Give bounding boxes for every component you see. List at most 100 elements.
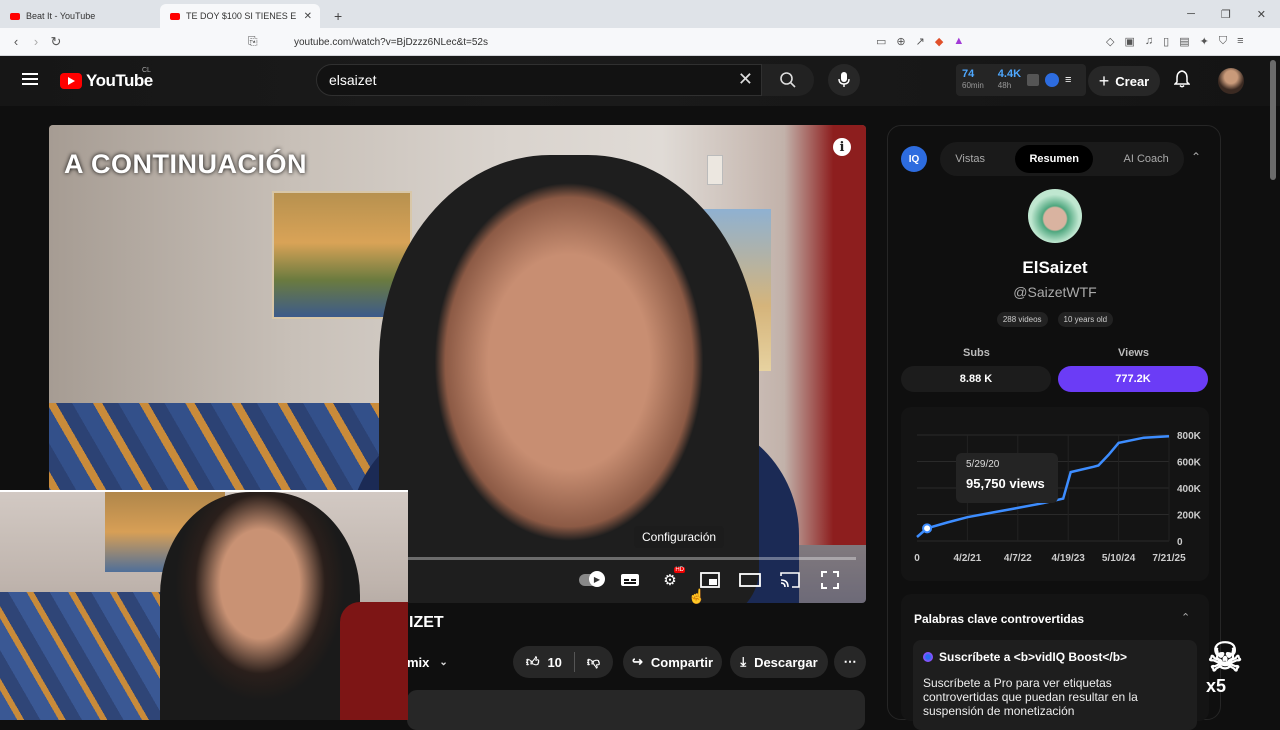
- youtube-header: YouTube CL elsaizet ✕ 74 60min 4.4K 48h …: [0, 56, 1280, 106]
- search-icon: [780, 72, 796, 88]
- wallet-icon[interactable]: ▤: [1179, 35, 1189, 48]
- x-tick-label: 5/10/24: [1102, 553, 1136, 564]
- browser-tab[interactable]: Beat It - YouTube: [0, 4, 160, 28]
- divider: [573, 652, 575, 672]
- youtube-play-icon: [60, 73, 82, 89]
- bookmark-icon[interactable]: ⎘: [248, 34, 258, 49]
- browser-tab-active[interactable]: TE DOY $100 SI TIENES ESTO ✕: [160, 4, 320, 28]
- zoom-icon[interactable]: ⊕: [896, 35, 905, 48]
- rewards-icon[interactable]: ▲: [953, 35, 964, 48]
- url-action-icons: ▭ ⊕ ↗ ◆ ▲: [876, 35, 964, 48]
- vpn-icon[interactable]: ⛉: [1219, 35, 1227, 48]
- player-controls: ⚙ HD: [579, 567, 841, 589]
- reload-icon[interactable]: ↻: [46, 34, 66, 50]
- tab-resumen[interactable]: Resumen: [1015, 145, 1094, 173]
- page-scrollbar[interactable]: [1270, 60, 1276, 180]
- vidiq-stat-60min: 74 60min: [962, 69, 984, 91]
- views-chart-card: 0 200K 400K 600K 800K 0 4/2/21 4/7/22 4/19/23 5/1…: [901, 407, 1209, 581]
- keywords-title: Palabras clave controvertidas: [914, 612, 1085, 626]
- vidiq-realtime-widget[interactable]: 74 60min 4.4K 48h ≡: [956, 64, 1086, 96]
- close-tab-icon[interactable]: ✕: [304, 11, 312, 22]
- download-icon: ⤓: [740, 654, 747, 669]
- more-actions-button[interactable]: ⋯: [834, 646, 866, 678]
- list-icon: ≡: [1065, 74, 1072, 86]
- share-icon[interactable]: ↗: [916, 35, 925, 48]
- description-box[interactable]: [407, 690, 865, 730]
- vidiq-panel: IQ Vistas Resumen AI Coach ⌃ ElSaizet @S…: [887, 125, 1222, 730]
- url-text: youtube.com/watch?v=BjDzzz6NLec&t=52s: [294, 36, 488, 48]
- menu-icon[interactable]: ≡: [1237, 35, 1243, 48]
- keywords-promo[interactable]: Suscríbete a <b>vidIQ Boost</b> Suscríbe…: [913, 640, 1197, 730]
- restore-icon[interactable]: ❐: [1221, 8, 1231, 21]
- share-icon: ↪: [631, 654, 643, 669]
- views-button[interactable]: 777.2K: [1058, 366, 1208, 392]
- clear-search-icon[interactable]: ✕: [738, 69, 753, 90]
- views-value: 777.2K: [1115, 373, 1151, 385]
- notifications-bell-icon[interactable]: [1173, 70, 1191, 93]
- ai-icon[interactable]: ✦: [1200, 35, 1209, 48]
- cast-icon[interactable]: ▭: [876, 35, 886, 48]
- progress-bar[interactable]: [408, 557, 856, 560]
- search-input[interactable]: elsaizet ✕: [316, 64, 762, 96]
- sidebar-icon[interactable]: ▯: [1163, 35, 1169, 48]
- music-icon[interactable]: ♫: [1145, 35, 1153, 48]
- autoplay-icon: [579, 571, 605, 587]
- mix-button[interactable]: mix ⌄: [407, 646, 455, 678]
- minimize-icon[interactable]: ─: [1187, 8, 1195, 20]
- subtitles-icon: [621, 574, 639, 586]
- channel-chips: 288 videos 10 years old: [888, 312, 1222, 327]
- voice-search-button[interactable]: [828, 64, 860, 96]
- stat-label: 48h: [997, 81, 1012, 90]
- search-button[interactable]: [762, 64, 814, 96]
- tab-vistas[interactable]: Vistas: [955, 153, 985, 165]
- like-button[interactable]: 👍︎ 10: [526, 654, 562, 670]
- y-tick-label: 800K: [1177, 431, 1202, 442]
- chevron-up-icon[interactable]: ⌃: [1181, 611, 1190, 624]
- extension-icons: ◇ ▣ ♫ ▯ ▤ ✦ ⛉ ≡: [1106, 35, 1243, 48]
- user-avatar[interactable]: [1218, 68, 1244, 94]
- menu-icon[interactable]: [22, 73, 38, 85]
- back-icon[interactable]: ‹: [6, 34, 26, 49]
- cast-button[interactable]: [779, 571, 801, 589]
- info-icon[interactable]: i: [833, 138, 851, 156]
- new-tab-button[interactable]: +: [334, 8, 342, 24]
- thumbs-down-icon[interactable]: 👎︎: [587, 654, 600, 670]
- multiplier-badge: x5: [1206, 676, 1227, 696]
- webcam-person: [160, 492, 360, 720]
- search-value: elsaizet: [329, 72, 377, 88]
- screenshot-icon[interactable]: ▣: [1124, 35, 1134, 48]
- vidiq-boost-icon: [923, 652, 933, 662]
- close-window-icon[interactable]: ✕: [1257, 8, 1266, 21]
- shield-icon[interactable]: ◆: [935, 35, 943, 48]
- x-tick-label: 7/21/25: [1152, 553, 1186, 564]
- download-button[interactable]: ⤓ Descargar: [730, 646, 828, 678]
- fullscreen-button[interactable]: [819, 571, 841, 589]
- forward-icon[interactable]: ›: [26, 34, 46, 49]
- chevron-up-icon[interactable]: ⌃: [1191, 150, 1201, 164]
- browser-tabbar: Beat It - YouTube TE DOY $100 SI TIENES …: [0, 0, 1280, 28]
- channel-avatar[interactable]: [1028, 189, 1082, 243]
- youtube-favicon-icon: [10, 12, 20, 20]
- webcam-chair: [340, 602, 408, 720]
- window-controls: ─ ❐ ✕: [1187, 0, 1280, 28]
- channel-handle: @SaizetWTF: [1013, 284, 1097, 300]
- tab-ai-coach[interactable]: AI Coach: [1124, 153, 1169, 165]
- theater-mode-button[interactable]: [739, 571, 761, 589]
- channel-name: ElSaizet: [1022, 258, 1088, 277]
- youtube-logo[interactable]: YouTube CL: [60, 67, 153, 91]
- miniplayer-button[interactable]: [699, 571, 721, 589]
- fullscreen-icon: [821, 571, 839, 589]
- chart-icon: [1027, 74, 1040, 86]
- subtitles-button[interactable]: [619, 571, 641, 589]
- webcam-overlay: [0, 490, 408, 720]
- settings-button[interactable]: ⚙ HD: [659, 567, 685, 589]
- vidiq-logo-icon: IQ: [901, 146, 927, 172]
- create-button[interactable]: + Crear: [1088, 66, 1160, 96]
- share-button[interactable]: ↪ Compartir: [623, 646, 722, 678]
- autoplay-toggle[interactable]: [579, 571, 605, 589]
- country-code: CL: [142, 67, 151, 74]
- promo-header: Suscríbete a <b>vidIQ Boost</b>: [923, 650, 1187, 664]
- subs-button[interactable]: 8.88 K: [901, 366, 1051, 392]
- skull-icon: ☠: [1207, 636, 1243, 680]
- extension-icon[interactable]: ◇: [1106, 35, 1114, 48]
